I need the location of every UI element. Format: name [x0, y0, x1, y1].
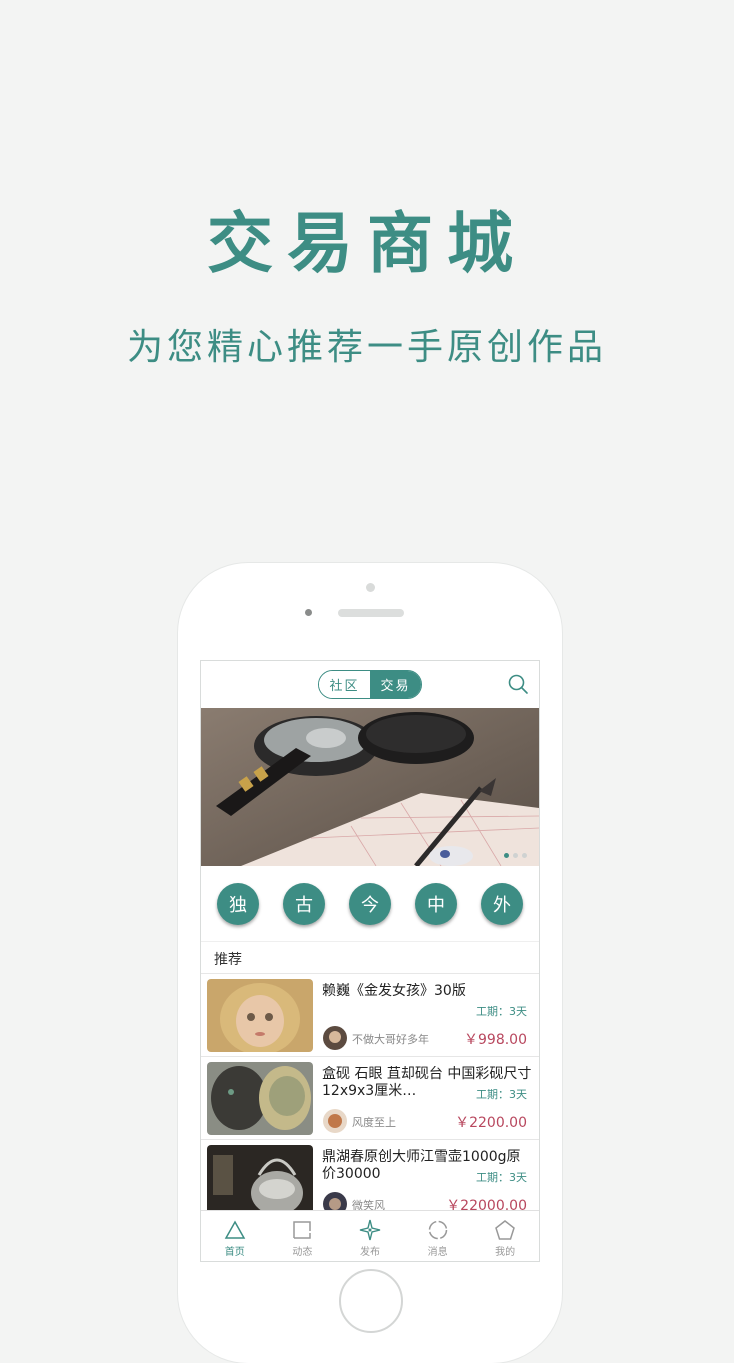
seller-name[interactable]: 风度至上: [352, 1114, 396, 1130]
tab-label: 首页: [224, 1247, 245, 1258]
home-button[interactable]: [339, 1269, 403, 1333]
carousel-dots: [504, 853, 527, 858]
product-thumbnail: [207, 1062, 313, 1135]
banner-image: [201, 708, 539, 866]
tab-label: 动态: [292, 1247, 313, 1258]
app-screen: 社区 交易 独 古 今 中 外 推荐 赖巍《金发女孩》30版 工期：3天 不做大…: [200, 660, 540, 1262]
tab-label: 发布: [359, 1247, 380, 1258]
segment-trade[interactable]: 交易: [370, 671, 421, 698]
tab-feed[interactable]: 动态: [269, 1211, 337, 1261]
category-wai-button[interactable]: 外: [481, 882, 523, 925]
product-title: 赖巍《金发女孩》30版: [322, 983, 466, 999]
product-period: 工期：3天: [476, 1088, 527, 1101]
compass-star-icon: [359, 1219, 381, 1241]
circle-icon: [428, 1220, 447, 1240]
product-price: ￥998.00: [464, 1032, 527, 1048]
tab-publish[interactable]: 发布: [336, 1211, 404, 1261]
hero-title: 交易商城: [207, 205, 527, 282]
carousel-dot[interactable]: [504, 853, 509, 858]
product-period: 工期：3天: [476, 1171, 527, 1184]
section-title: 推荐: [214, 952, 242, 968]
phone-sensor: [366, 583, 375, 592]
phone-camera: [305, 609, 312, 616]
seller-name[interactable]: 不做大哥好多年: [352, 1031, 429, 1047]
category-zhong-button[interactable]: 中: [415, 882, 457, 925]
list-item[interactable]: 盒砚 石眼 苴却砚台 中国彩砚尺寸12x9x3厘米… 工期：3天 风度至上 ￥2…: [201, 1057, 539, 1140]
tab-messages[interactable]: 消息: [404, 1211, 472, 1261]
carousel-dot[interactable]: [522, 853, 527, 858]
product-list: 赖巍《金发女孩》30版 工期：3天 不做大哥好多年 ￥998.00 盒砚 石眼 …: [201, 974, 539, 1223]
top-bar: 社区 交易: [201, 661, 539, 708]
carousel-dot[interactable]: [513, 853, 518, 858]
banner-carousel[interactable]: [201, 708, 539, 866]
product-period: 工期：3天: [476, 1005, 527, 1018]
section-header: 推荐: [201, 941, 539, 974]
product-thumbnail: [207, 979, 313, 1052]
avatar[interactable]: [323, 1109, 347, 1133]
tab-home[interactable]: 首页: [201, 1211, 269, 1261]
tab-profile[interactable]: 我的: [471, 1211, 539, 1261]
category-row: 独 古 今 中 外: [201, 866, 539, 941]
tab-label: 消息: [427, 1247, 448, 1258]
triangle-icon: [224, 1220, 246, 1239]
product-price: ￥2200.00: [455, 1115, 527, 1131]
search-icon[interactable]: [507, 673, 529, 695]
segment-control: 社区 交易: [318, 670, 422, 699]
category-gu-button[interactable]: 古: [283, 882, 325, 925]
category-du-button[interactable]: 独: [217, 882, 259, 925]
product-thumbnail: [207, 1145, 313, 1218]
bottom-tab-bar: 首页 动态 发布 消息 我的: [201, 1210, 539, 1261]
segment-community[interactable]: 社区: [319, 671, 370, 698]
category-jin-button[interactable]: 今: [349, 882, 391, 925]
pentagon-icon: [495, 1220, 516, 1240]
hero-subtitle: 为您精心推荐一手原创作品: [126, 327, 607, 368]
list-item[interactable]: 赖巍《金发女孩》30版 工期：3天 不做大哥好多年 ￥998.00: [201, 974, 539, 1057]
phone-speaker: [338, 609, 404, 617]
tab-label: 我的: [495, 1247, 516, 1258]
square-icon: [293, 1221, 312, 1239]
avatar[interactable]: [323, 1026, 347, 1050]
